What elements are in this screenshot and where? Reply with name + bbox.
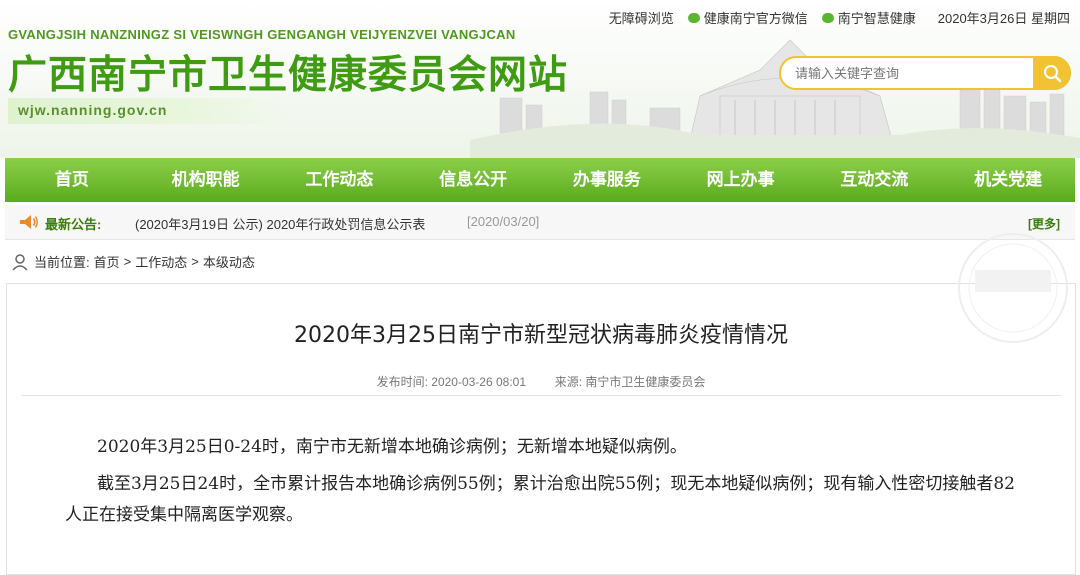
nav-item-interaction[interactable]: 互动交流 — [808, 158, 942, 202]
search-input[interactable] — [793, 65, 1017, 82]
search-icon — [1044, 65, 1062, 83]
breadcrumb-news[interactable]: 工作动态 — [135, 252, 187, 271]
breadcrumb-local-news[interactable]: 本级动态 — [203, 252, 255, 271]
wechat-icon — [821, 12, 834, 23]
site-url: wjw.nanning.gov.cn — [18, 102, 168, 118]
wechat-official-label: 健康南宁官方微信 — [703, 11, 808, 26]
top-links: 无障碍浏览 健康南宁官方微信 南宁智慧健康 2020年3月26日 星期四 — [595, 8, 1070, 27]
publish-time: 2020-03-26 08:01 — [431, 375, 527, 389]
current-date: 2020年3月26日 星期四 — [937, 11, 1070, 26]
article-panel: 2020年3月25日南宁市新型冠状病毒肺炎疫情情况 发布时间: 2020-03-… — [6, 283, 1076, 575]
wechat-official-link[interactable]: 健康南宁官方微信 — [687, 8, 808, 27]
article-body: 2020年3月25日0-24时，南宁市无新增本地确诊病例；无新增本地疑似病例。 … — [65, 432, 1025, 537]
breadcrumb-prefix: 当前位置: — [34, 255, 90, 270]
article-paragraph: 截至3月25日24时，全市累计报告本地确诊病例55例；累计治愈出院55例；现无本… — [65, 474, 1015, 525]
nav-item-home[interactable]: 首页 — [5, 158, 139, 202]
notice-bar: 最新公告: (2020年3月19日 公示) 2020年行政处罚信息公示表 [20… — [5, 205, 1075, 240]
nav-item-services[interactable]: 办事服务 — [540, 158, 674, 202]
nav-item-functions[interactable]: 机构职能 — [139, 158, 273, 202]
user-icon — [12, 253, 28, 271]
speaker-icon — [20, 215, 38, 229]
watermark-seal — [958, 233, 1068, 343]
smart-health-label: 南宁智慧健康 — [837, 11, 916, 26]
source-name: 南宁市卫生健康委员会 — [585, 375, 706, 389]
article-title: 2020年3月25日南宁市新型冠状病毒肺炎疫情情况 — [294, 323, 788, 348]
notice-label: 最新公告: — [45, 217, 102, 232]
breadcrumb: 当前位置: 首页 > 工作动态 > 本级动态 — [10, 252, 255, 271]
source-label: 来源: — [554, 375, 583, 389]
smart-health-link[interactable]: 南宁智慧健康 — [821, 8, 916, 27]
nav-item-party[interactable]: 机关党建 — [941, 158, 1075, 202]
site-url-bar: wjw.nanning.gov.cn — [8, 98, 288, 124]
publish-label: 发布时间: — [376, 375, 428, 389]
wechat-icon — [687, 12, 700, 23]
notice-link[interactable]: (2020年3月19日 公示) 2020年行政处罚信息公示表 — [135, 214, 425, 233]
nav-item-online[interactable]: 网上办事 — [674, 158, 808, 202]
article-paragraph: 2020年3月25日0-24时，南宁市无新增本地确诊病例；无新增本地疑似病例。 — [97, 437, 687, 457]
breadcrumb-separator: > — [191, 254, 199, 269]
site-header: GVANGJSIH NANZNINGZ SI VEISWNGH GENGANGH… — [0, 0, 1080, 158]
article-divider — [21, 395, 1061, 396]
search-button[interactable] — [1033, 56, 1071, 90]
article-meta: 发布时间: 2020-03-26 08:01 来源: 南宁市卫生健康委员会 — [7, 373, 1075, 390]
main-nav: 首页 机构职能 工作动态 信息公开 办事服务 网上办事 互动交流 机关党建 — [5, 158, 1075, 202]
notice-date: [2020/03/20] — [467, 214, 540, 229]
breadcrumb-home[interactable]: 首页 — [94, 252, 120, 271]
breadcrumb-separator: > — [123, 254, 132, 269]
nav-item-news[interactable]: 工作动态 — [273, 158, 407, 202]
nav-item-disclosure[interactable]: 信息公开 — [406, 158, 540, 202]
site-pinyin-title: GVANGJSIH NANZNINGZ SI VEISWNGH GENGANGH… — [8, 27, 516, 42]
site-title: 广西南宁市卫生健康委员会网站 — [8, 53, 569, 98]
accessibility-link[interactable]: 无障碍浏览 — [609, 8, 674, 27]
search-box — [779, 56, 1071, 90]
